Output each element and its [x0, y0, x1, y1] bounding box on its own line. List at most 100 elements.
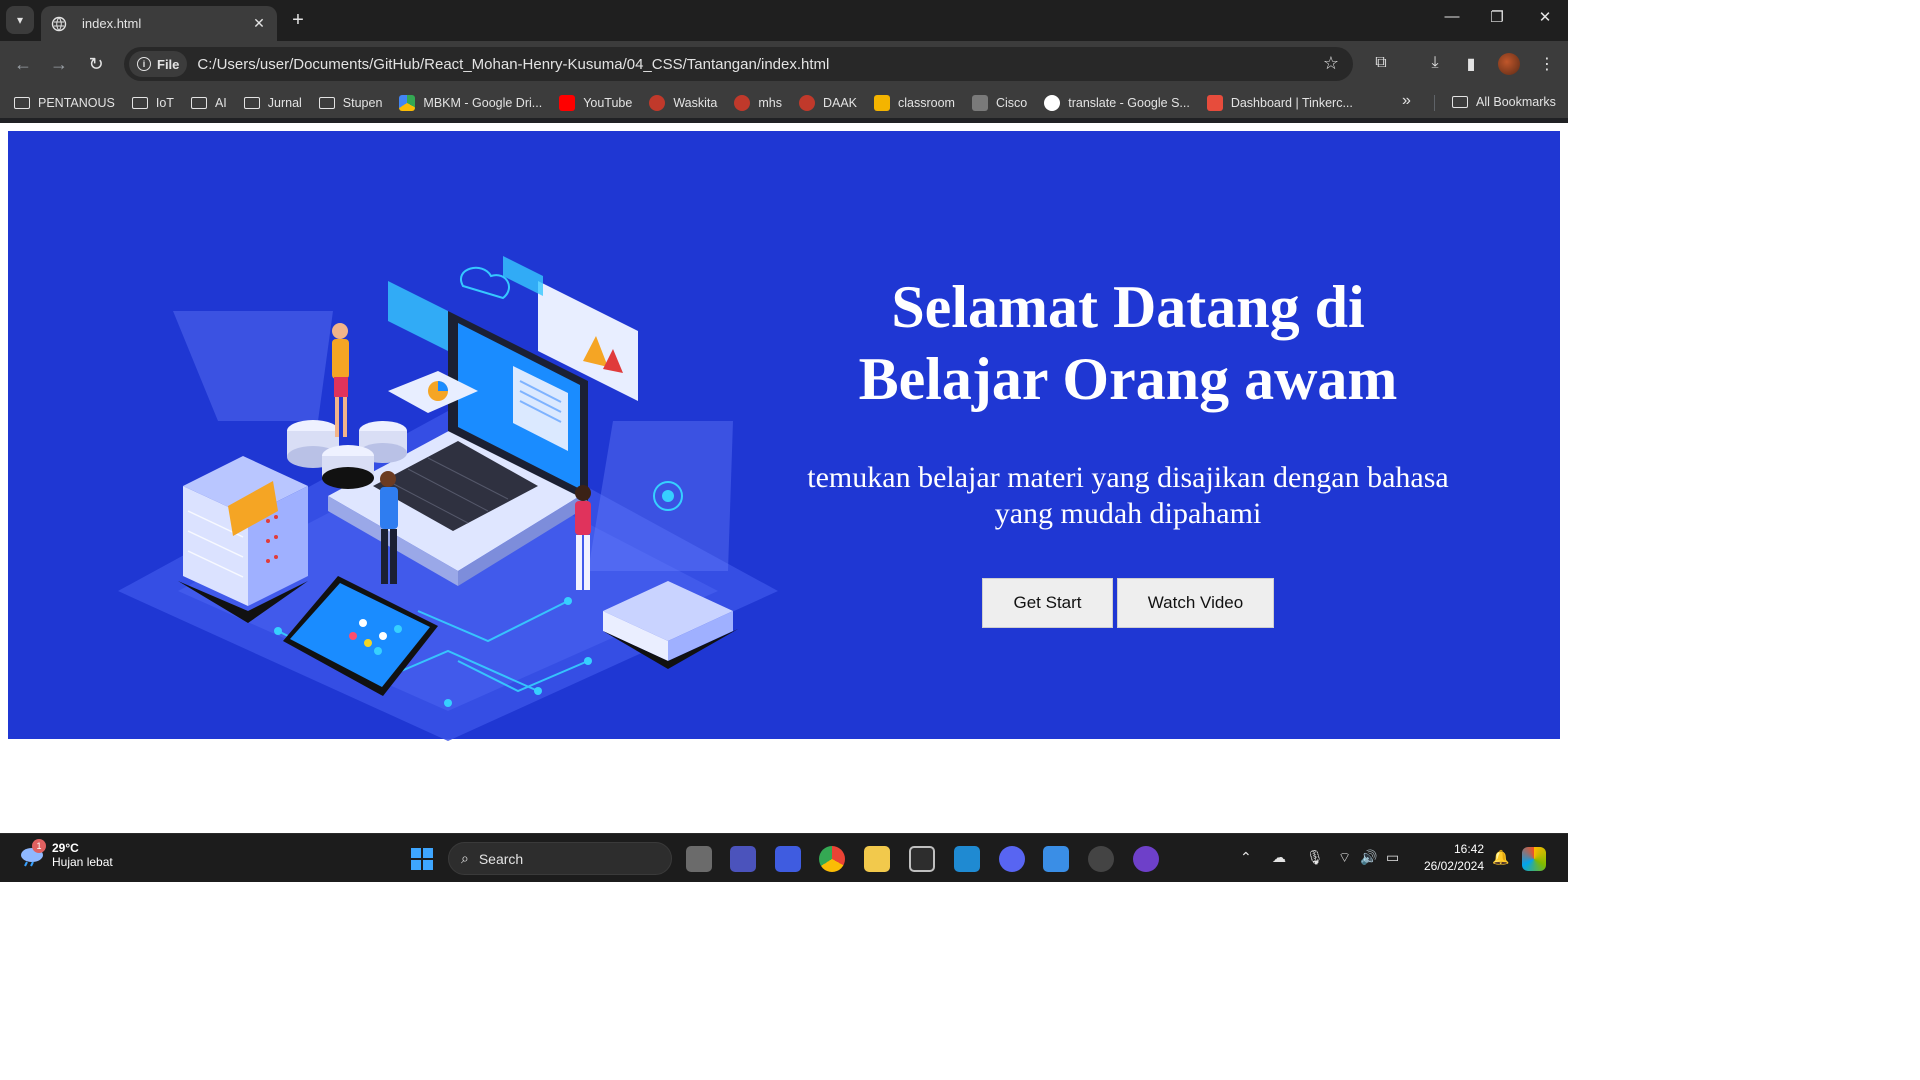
bookmark-item[interactable]: Cisco [971, 94, 1027, 111]
taskbar-search[interactable]: ⌕ Search [448, 842, 672, 875]
teams-icon[interactable] [730, 846, 756, 872]
bookmark-star-icon[interactable]: ☆ [1323, 53, 1339, 74]
bookmark-label: Dashboard | Tinkerc... [1230, 95, 1353, 110]
tab-close-icon[interactable]: ✕ [251, 15, 267, 32]
all-bookmarks-button[interactable]: All Bookmarks [1452, 95, 1556, 109]
menu-kebab-icon[interactable]: ⋮ [1535, 54, 1559, 74]
hero-title-line1: Selamat Datang di [891, 274, 1365, 340]
windows-logo-icon [411, 848, 433, 870]
bookmark-label: YouTube [583, 95, 633, 110]
start-button[interactable] [410, 847, 434, 871]
close-window-button[interactable]: ✕ [1530, 8, 1560, 26]
tab-strip: ▾ index.html ✕ + — ❐ ✕ [0, 0, 1568, 41]
notepad-icon[interactable] [1043, 846, 1069, 872]
folder-icon [190, 96, 207, 109]
obs-icon[interactable] [1088, 846, 1114, 872]
weather-condition: Hujan lebat [52, 855, 113, 869]
bookmark-item[interactable]: IoT [131, 96, 174, 110]
hero-subtitle: temukan belajar materi yang disajikan de… [788, 460, 1468, 532]
notification-bell-icon[interactable]: 🔔 [1492, 849, 1509, 866]
address-bar[interactable]: i File C:/Users/user/Documents/GitHub/Re… [124, 47, 1353, 81]
get-start-button[interactable]: Get Start [982, 578, 1113, 628]
bookmark-label: Stupen [342, 95, 383, 110]
folder-icon [318, 96, 335, 109]
bookmark-item[interactable]: DAAK [798, 94, 857, 111]
onedrive-icon[interactable]: ☁ [1272, 849, 1286, 866]
bookmark-label: DAAK [822, 95, 857, 110]
hero-section: Selamat Datang di Belajar Orang awam tem… [8, 131, 1560, 741]
battery-icon[interactable]: ▭ [1386, 849, 1399, 866]
discord-icon[interactable] [999, 846, 1025, 872]
clock-date: 26/02/2024 [1423, 859, 1484, 873]
globe-icon [51, 16, 67, 31]
hero-title-line2: Belajar Orang awam [858, 346, 1398, 412]
back-icon[interactable]: ← [12, 53, 34, 75]
tinkercad-icon [1206, 94, 1223, 111]
bookmark-item[interactable]: Dashboard | Tinkerc... [1206, 94, 1353, 111]
chrome-icon[interactable] [819, 846, 845, 872]
site-info-label: File [157, 56, 180, 72]
wifi-icon[interactable]: ⌔ [1338, 849, 1351, 867]
vscode-icon[interactable] [954, 846, 980, 872]
bookmark-label: Waskita [673, 95, 718, 110]
taskbar-clock[interactable]: 16:42 26/02/2024 [1418, 841, 1484, 875]
hero-subtitle-line1: temukan belajar materi yang disajikan de… [807, 461, 1449, 494]
weather-temperature: 29°C [52, 841, 79, 855]
restore-button[interactable]: ❐ [1482, 8, 1512, 26]
reload-icon[interactable]: ↻ [85, 53, 107, 75]
file-explorer-icon[interactable] [864, 846, 890, 872]
task-view-icon[interactable] [686, 846, 712, 872]
copilot-icon[interactable] [1522, 847, 1546, 871]
weather-rain-icon: 1 [18, 839, 46, 867]
new-tab-button[interactable]: + [286, 9, 310, 33]
url-text[interactable]: C:/Users/user/Documents/GitHub/React_Moh… [197, 56, 829, 73]
chevron-up-icon[interactable]: ⌃ [1240, 849, 1252, 866]
all-bookmarks-label: All Bookmarks [1476, 95, 1556, 109]
browser-toolbar: ← → ↻ i File C:/Users/user/Documents/Git… [0, 41, 1568, 87]
bookmark-item[interactable]: AI [190, 95, 227, 110]
bookmark-item[interactable]: Waskita [649, 94, 718, 111]
side-panel-icon[interactable]: ▮ [1459, 54, 1483, 74]
site-info-chip[interactable]: i File [129, 51, 188, 77]
folder-icon [14, 96, 30, 109]
site-icon [649, 94, 666, 111]
bookmark-item[interactable]: mhs [734, 94, 782, 111]
bookmark-item[interactable]: MBKM - Google Dri... [399, 94, 542, 111]
clock-time: 16:42 [1453, 842, 1484, 856]
site-icon [734, 94, 751, 111]
app-icon[interactable] [909, 846, 935, 872]
browser-window: ▾ index.html ✕ + — ❐ ✕ ← → ↻ i File C:/U… [0, 0, 1568, 123]
folder-icon [1452, 96, 1468, 108]
bookmarks-divider [1434, 95, 1435, 111]
download-icon[interactable]: ⤓ [1423, 54, 1447, 72]
bookmark-label: translate - Google S... [1068, 95, 1190, 110]
volume-icon[interactable]: 🔊 [1360, 849, 1377, 866]
bookmark-label: classroom [898, 95, 955, 110]
bookmark-label: mhs [758, 95, 782, 110]
bookmark-label: AI [214, 95, 227, 110]
weather-widget[interactable]: 1 29°C Hujan lebat [18, 839, 113, 869]
microphone-icon[interactable]: 🎙 [1306, 849, 1324, 866]
profile-avatar[interactable] [1498, 53, 1520, 75]
extensions-icon[interactable]: ⧉ [1369, 54, 1393, 72]
search-icon: ⌕ [461, 850, 469, 866]
github-desktop-icon[interactable] [1133, 846, 1159, 872]
search-label: Search [478, 850, 524, 867]
app-icon[interactable] [775, 846, 801, 872]
bookmark-item[interactable]: Stupen [318, 95, 383, 110]
bookmark-item[interactable]: Jurnal [243, 96, 302, 110]
bookmark-item[interactable]: classroom [874, 94, 955, 111]
bookmarks-bar: PENTANOUS IoT AI Jurnal Stupen MBKM - Google … [0, 87, 1568, 118]
watch-video-button[interactable]: Watch Video [1117, 578, 1274, 628]
folder-icon [131, 96, 148, 109]
classroom-icon [874, 94, 890, 111]
tab-search-button[interactable]: ▾ [6, 6, 34, 34]
more-bookmarks-icon[interactable]: » [1402, 92, 1411, 110]
minimize-button[interactable]: — [1437, 8, 1467, 25]
forward-icon[interactable]: → [48, 53, 70, 75]
bookmark-item[interactable]: PENTANOUS [14, 96, 115, 110]
bookmark-item[interactable]: translate - Google S... [1044, 94, 1190, 111]
tab-title: index.html [82, 16, 142, 31]
tab-index-html[interactable]: index.html ✕ [41, 6, 277, 41]
bookmark-item[interactable]: YouTube [559, 94, 633, 111]
